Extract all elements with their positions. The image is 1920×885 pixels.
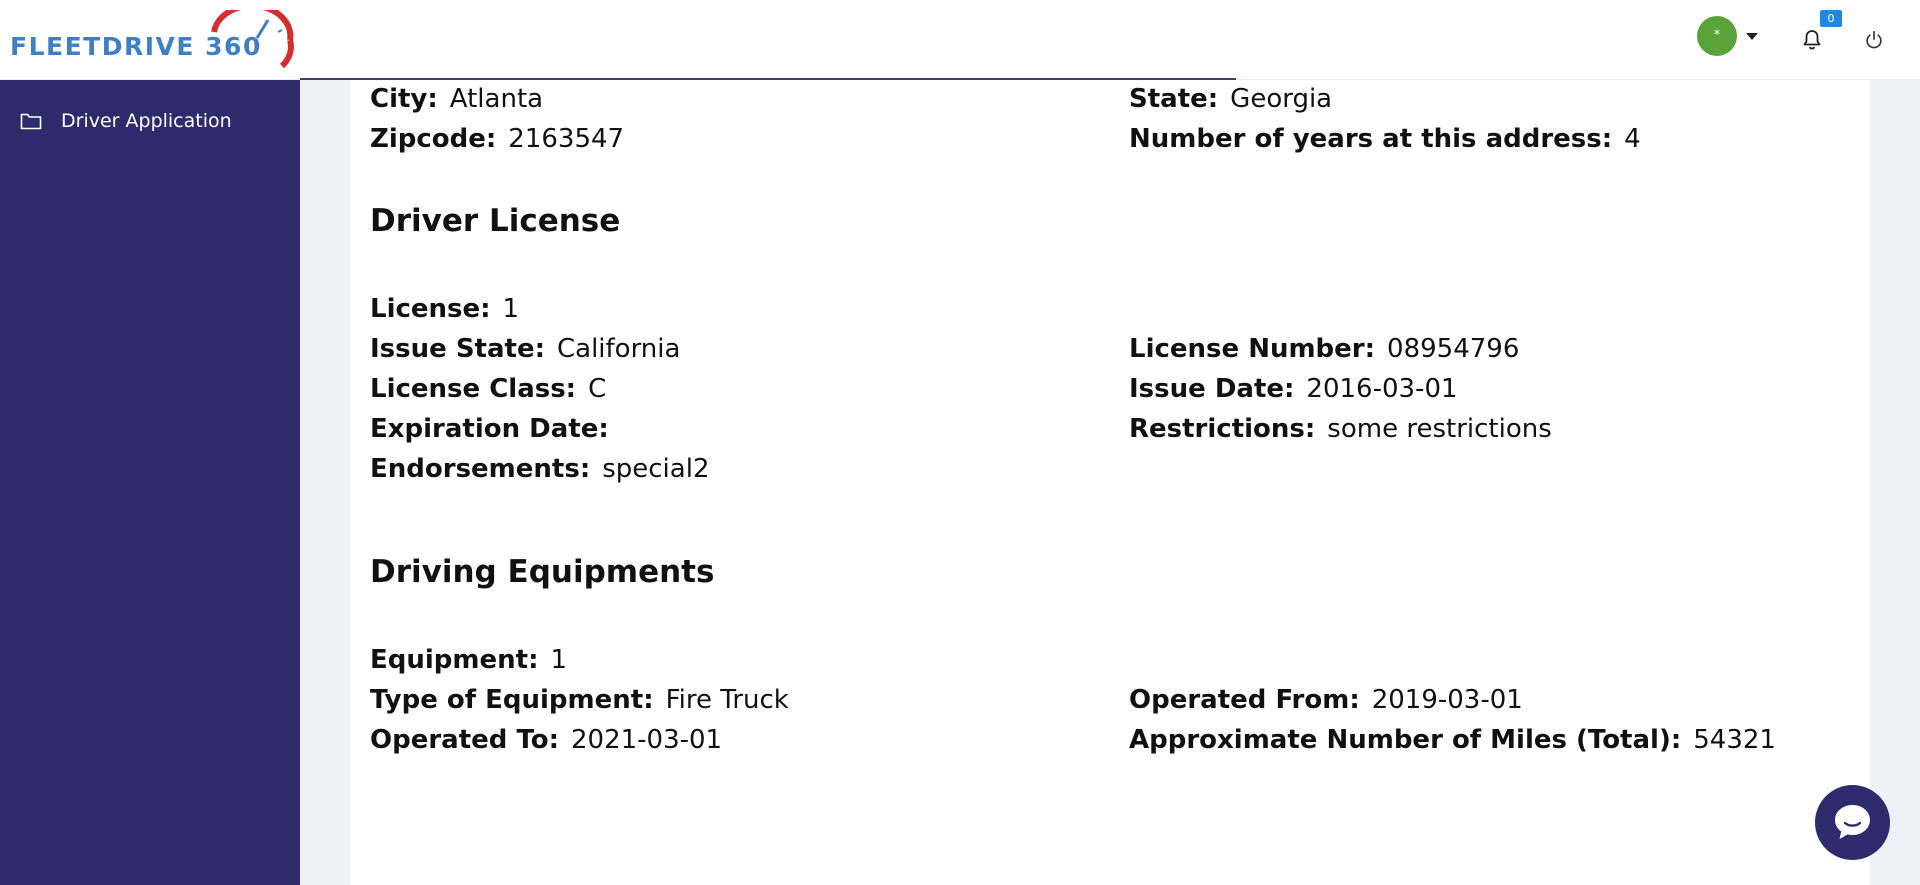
restrictions-label: Restrictions:	[1129, 414, 1316, 444]
zipcode-field: Zipcode: 2163547	[370, 124, 624, 154]
bell-icon[interactable]	[1800, 28, 1824, 52]
issue-state-field: Issue State: California	[370, 334, 680, 364]
license-field: License: 1	[370, 294, 519, 324]
endorsements-value: special2	[602, 454, 710, 484]
operated-to-field: Operated To: 2021-03-01	[370, 725, 722, 755]
driving-equipments-heading: Driving Equipments	[370, 554, 715, 590]
sidebar-item-driver-application[interactable]: Driver Application	[20, 106, 232, 136]
chevron-down-icon[interactable]	[1746, 33, 1758, 40]
equipment-type-value: Fire Truck	[665, 685, 789, 715]
notification-badge: 0	[1820, 10, 1842, 27]
equipment-label: Equipment:	[370, 645, 539, 675]
license-number-label: License Number:	[1129, 334, 1376, 364]
top-navbar: FLEETDRIVE 360 * 0	[0, 0, 1920, 80]
years-at-address-field: Number of years at this address: 4	[1129, 124, 1641, 154]
issue-state-value: California	[556, 334, 681, 364]
city-field: City: Atlanta	[370, 84, 543, 114]
issue-date-value: 2016-03-01	[1306, 374, 1458, 404]
fleetdrive-logo[interactable]: FLEETDRIVE 360	[10, 10, 295, 70]
issue-date-field: Issue Date: 2016-03-01	[1129, 374, 1458, 404]
operated-to-label: Operated To:	[370, 725, 559, 755]
user-avatar[interactable]: *	[1697, 16, 1737, 56]
operated-to-value: 2021-03-01	[570, 725, 723, 755]
operated-from-field: Operated From: 2019-03-01	[1129, 685, 1523, 715]
city-label: City:	[370, 84, 438, 114]
logo-text: FLEETDRIVE 360	[10, 32, 262, 61]
expiration-date-label: Expiration Date:	[370, 414, 609, 444]
restrictions-field: Restrictions: some restrictions	[1129, 414, 1552, 444]
issue-state-label: Issue State:	[370, 334, 545, 364]
expiration-date-field: Expiration Date:	[370, 414, 621, 444]
endorsements-field: Endorsements: special2	[370, 454, 709, 484]
power-icon[interactable]	[1863, 29, 1885, 51]
driver-license-heading: Driver License	[370, 203, 621, 239]
city-value: Atlanta	[449, 84, 544, 114]
zipcode-label: Zipcode:	[370, 124, 497, 154]
folder-icon	[20, 113, 42, 130]
license-class-label: License Class:	[370, 374, 577, 404]
application-details-panel: City: Atlanta State: Georgia Zipcode: 21…	[350, 80, 1870, 885]
sidebar-item-label: Driver Application	[61, 110, 232, 132]
license-class-field: License Class: C	[370, 374, 606, 404]
years-at-address-value: 4	[1624, 124, 1641, 154]
sidebar: Driver Application	[0, 80, 300, 885]
state-label: State:	[1129, 84, 1219, 114]
license-label: License:	[370, 294, 491, 324]
approximate-miles-value: 54321	[1693, 725, 1776, 755]
license-number-field: License Number: 08954796	[1129, 334, 1519, 364]
license-value: 1	[502, 294, 520, 324]
chat-bubble-icon	[1835, 805, 1870, 839]
operated-from-label: Operated From:	[1129, 685, 1360, 715]
years-at-address-label: Number of years at this address:	[1129, 124, 1613, 154]
issue-date-label: Issue Date:	[1129, 374, 1295, 404]
equipment-value: 1	[550, 645, 568, 675]
operated-from-value: 2019-03-01	[1371, 685, 1523, 715]
approximate-miles-label: Approximate Number of Miles (Total):	[1129, 725, 1682, 755]
chat-button[interactable]	[1815, 785, 1890, 860]
state-field: State: Georgia	[1129, 84, 1332, 114]
endorsements-label: Endorsements:	[370, 454, 591, 484]
license-class-value: C	[588, 374, 607, 404]
equipment-field: Equipment: 1	[370, 645, 567, 675]
license-number-value: 08954796	[1387, 334, 1520, 364]
zipcode-value: 2163547	[508, 124, 625, 154]
restrictions-value: some restrictions	[1327, 414, 1552, 444]
approximate-miles-field: Approximate Number of Miles (Total): 543…	[1129, 725, 1776, 755]
equipment-type-field: Type of Equipment: Fire Truck	[370, 685, 789, 715]
equipment-type-label: Type of Equipment:	[370, 685, 654, 715]
state-value: Georgia	[1230, 84, 1333, 114]
